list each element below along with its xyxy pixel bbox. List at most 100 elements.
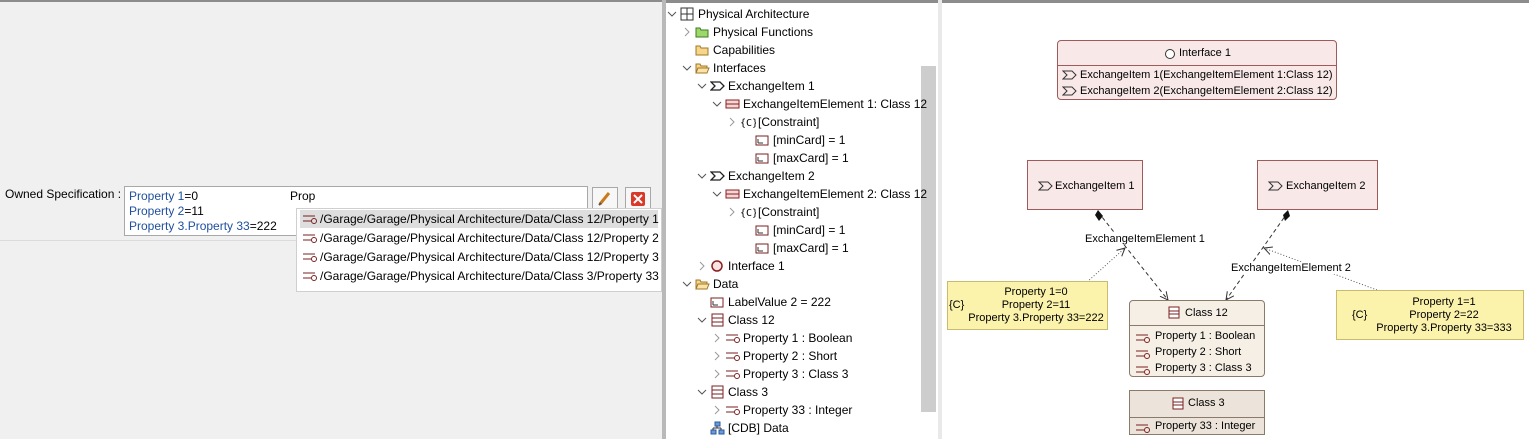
class-3-node[interactable]: Class 3 Property 33 : Integer: [1129, 390, 1265, 435]
constraint-icon: {C}: [740, 208, 756, 219]
tree-node-label: ExchangeItem 2: [728, 169, 815, 183]
autocomplete-popup: /Garage/Garage/Physical Architecture/Dat…: [296, 208, 662, 292]
tree-node-label: Class 12: [728, 313, 775, 327]
composition-diamond: [1095, 210, 1103, 221]
spec-keyword: Property 3.Property 33: [129, 219, 250, 233]
tree-node-label: Interface 1: [728, 259, 785, 273]
svg-text:{C}: {C}: [740, 208, 756, 219]
svg-text:{C}: {C}: [740, 118, 756, 129]
chevron-down-icon[interactable]: [681, 275, 693, 293]
chevron-down-icon[interactable]: [711, 185, 723, 203]
chevron-down-icon[interactable]: [681, 59, 693, 77]
chevron-down-icon[interactable]: [666, 5, 678, 23]
exchange-item-icon: [710, 171, 725, 181]
property-icon: [726, 406, 740, 415]
interface-1-node[interactable]: Interface 1 ExchangeItem 1(ExchangeItemE…: [1057, 40, 1337, 100]
property-icon: [1136, 350, 1150, 359]
property-icon: [726, 334, 740, 343]
spec-value: =0: [184, 189, 199, 203]
autocomplete-item-label: /Garage/Garage/Physical Architecture/Dat…: [320, 212, 659, 226]
spec-line: Property 3.Property 33=222: [129, 219, 277, 233]
note-line: Property 2=22: [1409, 309, 1479, 321]
exchange-item-title: ExchangeItem 1: [1055, 180, 1135, 192]
chevron-down-icon[interactable]: [696, 77, 708, 95]
card-icon: [755, 225, 769, 236]
tree-node-label: ExchangeItemElement 2: Class 12: [743, 187, 928, 201]
property-icon: [726, 370, 740, 379]
compartment-divider: [1130, 325, 1264, 326]
chevron-right-icon[interactable]: [711, 401, 723, 419]
spec-line: Property 1=0: [129, 189, 198, 203]
tree-node-label: Capabilities: [713, 43, 776, 57]
card-icon: [755, 243, 769, 254]
panel-border: [666, 0, 938, 3]
chevron-down-icon[interactable]: [696, 383, 708, 401]
exchange-item-1-node[interactable]: ExchangeItem 1: [1027, 160, 1143, 210]
exchange-item-icon: [1062, 70, 1077, 80]
tree-node-label: ExchangeItemElement 1: Class 12: [743, 97, 928, 111]
property-icon: [1136, 334, 1150, 343]
tree-node-label: Class 3: [728, 385, 769, 399]
autocomplete-item[interactable]: /Garage/Garage/Physical Architecture/Dat…: [300, 229, 659, 247]
tree-node-label: Physical Architecture: [698, 7, 810, 21]
exchange-item-icon: [710, 81, 725, 91]
chevron-down-icon[interactable]: [696, 167, 708, 185]
spec-line: Property 2=11: [129, 204, 204, 218]
exchange-item-icon: [1062, 86, 1077, 96]
tree-node-label: Property 3 : Class 3: [743, 367, 849, 381]
chevron-right-icon[interactable]: [726, 113, 738, 131]
compartment-divider: [1130, 417, 1264, 418]
tree-nodes: Physical Architecture Physical Functions C…: [666, 5, 927, 435]
constraint-tag: {C}: [949, 299, 965, 311]
card-icon: [755, 153, 769, 164]
constraint-icon: {C}: [740, 118, 756, 129]
chevron-right-icon[interactable]: [711, 329, 723, 347]
element-label-1: ExchangeItemElement 1: [1085, 233, 1205, 245]
cdb-icon: [710, 421, 725, 435]
card-icon: [755, 135, 769, 146]
class-property: Property 2 : Short: [1155, 346, 1242, 358]
note-line: Property 3.Property 33=333: [1376, 322, 1512, 334]
tree-node-label: [Constraint]: [758, 205, 820, 219]
interface-icon: [711, 260, 723, 272]
grid-icon: [680, 7, 694, 21]
spec-value: =222: [249, 219, 277, 233]
folder-open-icon: [695, 63, 710, 74]
autocomplete-item-label: /Garage/Garage/Physical Architecture/Dat…: [320, 269, 659, 283]
constraint-note-2[interactable]: {C} Property 1=1 Property 2=22 Property …: [1336, 290, 1524, 340]
chevron-down-icon[interactable]: [696, 311, 708, 329]
tree-node-label: LabelValue 2 = 222: [728, 295, 831, 309]
tree-node-label: Interfaces: [713, 61, 766, 75]
interface-icon: [1165, 49, 1175, 59]
exchange-item-icon: [1268, 181, 1283, 191]
chevron-down-icon[interactable]: [711, 95, 723, 113]
connector-element-2[interactable]: [1226, 211, 1289, 300]
connector-element-1[interactable]: [1097, 211, 1168, 300]
chevron-right-icon[interactable]: [681, 23, 693, 41]
spec-typed-text: Prop: [290, 189, 316, 203]
interface-title: Interface 1: [1179, 47, 1231, 59]
autocomplete-item[interactable]: /Garage/Garage/Physical Architecture/Dat…: [300, 248, 659, 266]
exchange-item-2-node[interactable]: ExchangeItem 2: [1257, 160, 1378, 210]
autocomplete-item[interactable]: /Garage/Garage/Physical Architecture/Dat…: [300, 267, 659, 285]
note-line: Property 3.Property 33=222: [968, 312, 1104, 324]
autocomplete-item-label: /Garage/Garage/Physical Architecture/Dat…: [320, 231, 659, 245]
tree-node-label: [minCard] = 1: [773, 223, 846, 237]
property-icon: [303, 234, 317, 243]
class-icon: [1172, 397, 1184, 410]
property-icon: [303, 272, 317, 281]
chevron-right-icon[interactable]: [711, 365, 723, 383]
tree-node-label: [minCard] = 1: [773, 133, 846, 147]
note-line: Property 1=0: [1004, 286, 1068, 298]
autocomplete-item-label: /Garage/Garage/Physical Architecture/Dat…: [320, 250, 659, 264]
property-icon: [1136, 366, 1150, 375]
property-icon: [303, 215, 317, 224]
autocomplete-item[interactable]: /Garage/Garage/Physical Architecture/Dat…: [300, 210, 659, 228]
chevron-right-icon[interactable]: [711, 347, 723, 365]
chevron-right-icon[interactable]: [696, 257, 708, 275]
class-icon: [711, 313, 724, 327]
constraint-note-1[interactable]: {C} Property 1=0 Property 2=11 Property …: [947, 281, 1108, 330]
tree-scrollbar[interactable]: [921, 66, 936, 412]
chevron-right-icon[interactable]: [726, 203, 738, 221]
class-12-node[interactable]: Class 12 Property 1 : Boolean Property 2…: [1129, 300, 1265, 377]
